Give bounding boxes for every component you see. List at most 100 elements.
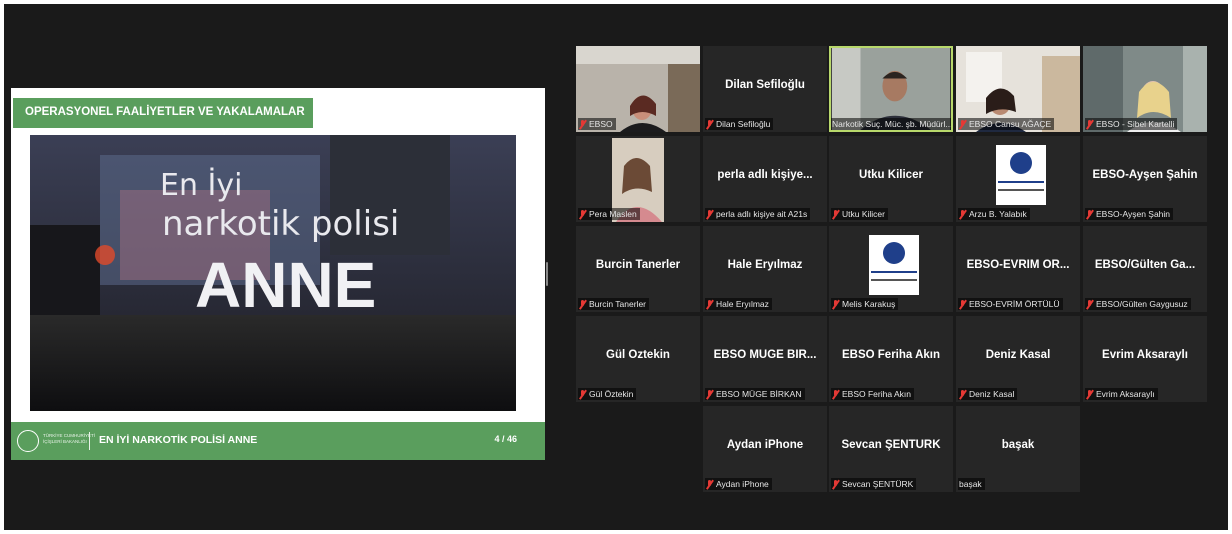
mic-muted-icon bbox=[831, 299, 840, 309]
participant-name-label: Arzu B. Yalabık bbox=[958, 208, 1030, 220]
ebso-logo-wordmark bbox=[998, 181, 1044, 191]
participant-tile[interactable]: EBSO Cansu AĞAÇE bbox=[956, 46, 1080, 132]
mic-muted-icon bbox=[1085, 389, 1094, 399]
mic-muted-icon bbox=[578, 389, 587, 399]
participant-name-label: Sevcan ŞENTÜRK bbox=[831, 478, 917, 490]
participant-tile[interactable]: EBSO Feriha Akın EBSO Feriha Akın bbox=[829, 316, 953, 402]
participant-display-name: EBSO-Ayşen Şahin bbox=[1092, 169, 1198, 181]
participant-display-name: EBSO MÜGE BİR... bbox=[713, 349, 817, 361]
participant-name-label: Gül Öztekin bbox=[578, 388, 637, 400]
participant-name-label: Utku Kilicer bbox=[831, 208, 888, 220]
participant-tile[interactable]: Deniz Kasal Deniz Kasal bbox=[956, 316, 1080, 402]
participant-display-name: Sevcan ŞENTÜRK bbox=[841, 439, 941, 451]
meeting-window: OPERASYONEL FAALİYETLER VE YAKALAMALAR E… bbox=[4, 4, 1228, 530]
participant-tile[interactable]: Arzu B. Yalabık bbox=[956, 136, 1080, 222]
participant-tile[interactable]: Hale Eryılmaz Hale Eryılmaz bbox=[703, 226, 827, 312]
mic-muted-icon bbox=[1085, 299, 1094, 309]
participant-name-label-text: Gül Öztekin bbox=[589, 389, 634, 399]
participant-name-label-text: EBSO Cansu AĞAÇE bbox=[969, 119, 1052, 129]
participant-name-label-text: Burcin Tanerler bbox=[589, 299, 647, 309]
mic-muted-icon bbox=[958, 389, 967, 399]
ebso-logo-wordmark bbox=[871, 271, 917, 281]
mic-muted-icon bbox=[831, 389, 840, 399]
participant-display-name: EBSO/Gülten Ga... bbox=[1094, 259, 1196, 271]
participant-name-label: Melis Karakuş bbox=[831, 298, 899, 310]
ebso-logo bbox=[996, 145, 1046, 205]
ebso-logo-mark-icon bbox=[1010, 152, 1032, 174]
participant-display-name: Evrim Aksaraylı bbox=[1102, 349, 1188, 361]
participant-name-label-text: EBSO MÜGE BİRKAN bbox=[716, 389, 802, 399]
participant-name-label: EBSO - Sibel Kartelli bbox=[1085, 118, 1178, 130]
participant-name-label: EBSO-EVRİM ÖRTÜLÜ bbox=[958, 298, 1063, 310]
split-view-divider-handle[interactable] bbox=[546, 262, 548, 286]
participant-tile[interactable]: EBSO/Gülten Ga... EBSO/Gülten Gaygusuz bbox=[1083, 226, 1207, 312]
mic-muted-icon bbox=[958, 299, 967, 309]
participant-name-label-text: başak bbox=[959, 479, 982, 489]
participant-tile[interactable]: EBSO bbox=[576, 46, 700, 132]
mic-muted-icon bbox=[705, 299, 714, 309]
mic-muted-icon bbox=[831, 479, 840, 489]
participant-tile[interactable]: EBSO - Sibel Kartelli bbox=[1083, 46, 1207, 132]
slide-video[interactable]: En İyi narkotik polisi ANNE bbox=[30, 135, 516, 411]
participant-name-label: Pera Maslen bbox=[578, 208, 640, 220]
participant-name-label: Deniz Kasal bbox=[958, 388, 1018, 400]
participant-display-name: Aydan iPhone bbox=[726, 439, 804, 451]
slide-header-bar: OPERASYONEL FAALİYETLER VE YAKALAMALAR bbox=[13, 98, 313, 128]
participant-tile[interactable]: Pera Maslen bbox=[576, 136, 700, 222]
participant-tile[interactable]: Utku Kilicer Utku Kilicer bbox=[829, 136, 953, 222]
participant-tile-active-speaker[interactable]: Narkotik Suç. Müc. şb. Müdürl... bbox=[829, 46, 953, 132]
slide-header-title: OPERASYONEL FAALİYETLER VE YAKALAMALAR bbox=[25, 106, 305, 118]
participant-display-name: Hale Eryılmaz bbox=[727, 259, 803, 271]
participant-name-label-text: Sevcan ŞENTÜRK bbox=[842, 479, 914, 489]
participant-tile[interactable]: Evrim Aksaraylı Evrim Aksaraylı bbox=[1083, 316, 1207, 402]
participant-name-label: başak bbox=[958, 478, 985, 490]
participant-name-label-text: EBSO-EVRİM ÖRTÜLÜ bbox=[969, 299, 1060, 309]
participant-name-label-text: Deniz Kasal bbox=[969, 389, 1015, 399]
video-frame-image: En İyi narkotik polisi ANNE bbox=[30, 135, 516, 411]
footer-separator bbox=[89, 432, 90, 450]
shared-screen[interactable]: OPERASYONEL FAALİYETLER VE YAKALAMALAR E… bbox=[11, 88, 545, 460]
participant-name-label-text: Melis Karakuş bbox=[842, 299, 896, 309]
mic-muted-icon bbox=[958, 119, 967, 129]
ministry-emblem-icon bbox=[17, 430, 39, 452]
participant-tile[interactable]: EBSO MÜGE BİR... EBSO MÜGE BİRKAN bbox=[703, 316, 827, 402]
participant-name-label: perla adlı kişiye ait A21s bbox=[705, 208, 811, 220]
participant-name-label: Hale Eryılmaz bbox=[705, 298, 772, 310]
footer-ministry-line2: İÇİŞLERİ BAKANLIĞI bbox=[43, 439, 87, 444]
participant-name-label-text: Dilan Sefiloğlu bbox=[716, 119, 771, 129]
participant-display-name: Utku Kilicer bbox=[859, 169, 923, 181]
participant-tile[interactable]: Aydan iPhone Aydan iPhone bbox=[703, 406, 827, 492]
participant-name-label: EBSO/Gülten Gaygusuz bbox=[1085, 298, 1191, 310]
participant-name-label-text: Narkotik Suç. Müc. şb. Müdürl... bbox=[832, 119, 953, 129]
participant-display-name: Deniz Kasal bbox=[985, 349, 1051, 361]
participant-tile[interactable]: perla adlı kişiye... perla adlı kişiye a… bbox=[703, 136, 827, 222]
participant-tile[interactable]: Melis Karakuş bbox=[829, 226, 953, 312]
video-text-line2: narkotik polisi bbox=[162, 204, 399, 244]
mic-muted-icon bbox=[831, 209, 840, 219]
participant-tile[interactable]: başak başak bbox=[956, 406, 1080, 492]
mic-muted-icon bbox=[1085, 119, 1094, 129]
ebso-logo-mark-icon bbox=[883, 242, 905, 264]
mic-muted-icon bbox=[578, 209, 587, 219]
participant-name-label-text: EBSO bbox=[589, 119, 613, 129]
participant-tile[interactable]: EBSO-EVRİM ÖR... EBSO-EVRİM ÖRTÜLÜ bbox=[956, 226, 1080, 312]
mic-muted-icon bbox=[578, 299, 587, 309]
participant-name-label: Evrim Aksaraylı bbox=[1085, 388, 1158, 400]
participant-display-name: EBSO Feriha Akın bbox=[842, 349, 940, 361]
participant-name-label: Burcin Tanerler bbox=[578, 298, 650, 310]
participant-name-label: Aydan iPhone bbox=[705, 478, 772, 490]
participant-tile[interactable]: EBSO-Ayşen Şahin EBSO-Ayşen Şahin bbox=[1083, 136, 1207, 222]
participant-name-label: EBSO MÜGE BİRKAN bbox=[705, 388, 805, 400]
participant-display-name: Burcin Tanerler bbox=[595, 259, 681, 271]
participant-name-label: EBSO Cansu AĞAÇE bbox=[958, 118, 1055, 130]
video-text-line3: ANNE bbox=[195, 249, 376, 321]
participant-tile[interactable]: Dilan Sefiloğlu Dilan Sefiloğlu bbox=[703, 46, 827, 132]
participant-name-label: Dilan Sefiloğlu bbox=[705, 118, 774, 130]
participant-name-label: Narkotik Suç. Müc. şb. Müdürl... bbox=[831, 118, 953, 130]
mic-muted-icon bbox=[958, 209, 967, 219]
participant-tile[interactable]: Burcin Tanerler Burcin Tanerler bbox=[576, 226, 700, 312]
mic-muted-icon bbox=[1085, 209, 1094, 219]
participant-tile[interactable]: Gül Öztekin Gül Öztekin bbox=[576, 316, 700, 402]
participant-name-label: EBSO-Ayşen Şahin bbox=[1085, 208, 1174, 220]
participant-tile[interactable]: Sevcan ŞENTÜRK Sevcan ŞENTÜRK bbox=[829, 406, 953, 492]
